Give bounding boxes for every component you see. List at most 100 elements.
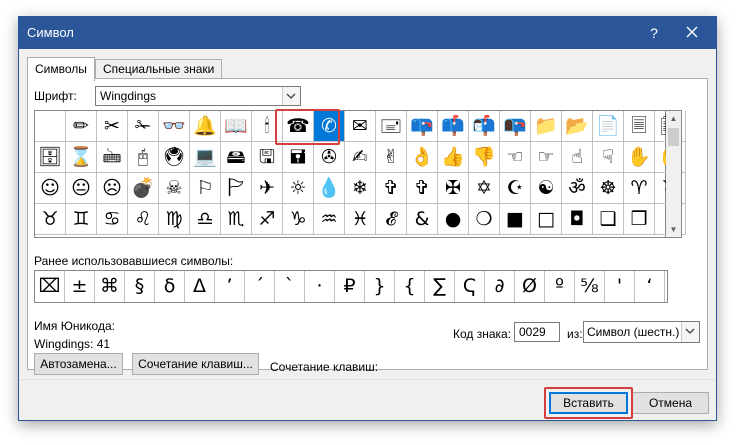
- recent-symbol-cell[interactable]: ‘: [635, 271, 665, 302]
- symbol-cell[interactable]: 🖫: [252, 142, 283, 173]
- recent-symbol-cell[interactable]: ₽: [335, 271, 365, 302]
- symbol-cell[interactable]: ☜: [500, 142, 531, 173]
- recent-symbol-cell[interactable]: {: [395, 271, 425, 302]
- symbol-cell[interactable]: ✡: [469, 173, 500, 204]
- symbol-cell[interactable]: ☟: [593, 142, 624, 173]
- symbol-cell[interactable]: ♎: [190, 204, 221, 235]
- symbol-cell[interactable]: ♏: [221, 204, 252, 235]
- symbol-cell[interactable]: ✍: [345, 142, 376, 173]
- symbol-cell[interactable]: ♑: [283, 204, 314, 235]
- symbol-cell[interactable]: ☪: [500, 173, 531, 204]
- symbol-cell[interactable]: ✉: [345, 111, 376, 142]
- symbol-cell[interactable]: 📬: [469, 111, 500, 142]
- symbol-cell[interactable]: ❑: [593, 204, 624, 235]
- symbol-cell[interactable]: ☝: [562, 142, 593, 173]
- symbol-cell[interactable]: 📁: [531, 111, 562, 142]
- symbol-cell[interactable]: 📪: [407, 111, 438, 142]
- recent-symbol-cell[interactable]: δ: [155, 271, 185, 302]
- symbol-cell[interactable]: 👓: [159, 111, 190, 142]
- symbol-cell[interactable]: ♍: [159, 204, 190, 235]
- recent-symbol-cell[interactable]: ·: [305, 271, 335, 302]
- symbol-cell[interactable]: ☺: [35, 173, 66, 204]
- recent-symbols-row[interactable]: ⌧ ± ⌘ § δ Δ’ ´ ` · ₽}{∑ Ҁ ∂ Øº ⅝ ' ‘: [34, 270, 668, 303]
- scroll-thumb[interactable]: [668, 128, 679, 146]
- symbol-cell[interactable]: ☯: [531, 173, 562, 204]
- symbol-cell[interactable]: 𝓔: [376, 204, 407, 235]
- recent-symbol-cell[interactable]: ⅝: [575, 271, 605, 302]
- symbol-cell[interactable]: ❄: [345, 173, 376, 204]
- recent-symbol-cell[interactable]: Δ: [185, 271, 215, 302]
- shortcut-key-button[interactable]: Сочетание клавиш...: [132, 353, 259, 375]
- recent-symbol-cell[interactable]: º: [545, 271, 575, 302]
- font-select[interactable]: Wingdings: [95, 86, 301, 106]
- symbol-cell[interactable]: ✌: [376, 142, 407, 173]
- recent-symbol-cell[interactable]: ’: [215, 271, 245, 302]
- symbol-cell[interactable]: ♓: [345, 204, 376, 235]
- symbol-cell[interactable]: 🖴: [221, 142, 252, 173]
- chevron-down-icon[interactable]: [282, 87, 300, 105]
- symbol-cell[interactable]: ♒: [314, 204, 345, 235]
- symbol-cell[interactable]: ✠: [438, 173, 469, 204]
- recent-symbol-cell[interactable]: Ø: [515, 271, 545, 302]
- close-icon[interactable]: [680, 20, 704, 44]
- symbol-cell[interactable]: ☞: [531, 142, 562, 173]
- symbol-cell[interactable]: ⌛: [66, 142, 97, 173]
- symbol-cell[interactable]: ◘: [562, 204, 593, 235]
- symbol-cell[interactable]: 💣: [128, 173, 159, 204]
- symbol-cell[interactable]: 📖: [221, 111, 252, 142]
- recent-symbol-cell[interactable]: }: [365, 271, 395, 302]
- symbol-cell[interactable]: ❒: [624, 204, 655, 235]
- symbol-cell[interactable]: ☠: [159, 173, 190, 204]
- chevron-down-icon[interactable]: [681, 322, 699, 342]
- symbol-cell[interactable]: 📂: [562, 111, 593, 142]
- scroll-down-icon[interactable]: ▼: [666, 222, 681, 237]
- symbol-cell[interactable]: ●: [438, 204, 469, 235]
- symbol-cell[interactable]: 💧: [314, 173, 345, 204]
- symbol-cell[interactable]: ⚐: [190, 173, 221, 204]
- recent-symbol-cell[interactable]: ⌘: [95, 271, 125, 302]
- symbol-cell[interactable]: ♊: [66, 204, 97, 235]
- symbol-cell[interactable]: 🖃: [376, 111, 407, 142]
- symbol-cell[interactable]: 🗄: [35, 142, 66, 173]
- recent-symbol-cell[interactable]: ∑: [425, 271, 455, 302]
- symbol-grid[interactable]: ✏✂✁👓🔔📖🕯☎✆✉🖃📪📫📬📭📁📂📄🗏🗐🗄⌛🖮🖰🖲💻🖴🖫🖬✇✍✌👌👍👎☜☞☝☟✋…: [34, 110, 686, 238]
- symbol-cell[interactable]: 📭: [500, 111, 531, 142]
- symbol-cell[interactable]: 🖲: [159, 142, 190, 173]
- symbol-cell[interactable]: 🖮: [97, 142, 128, 173]
- recent-symbol-cell[interactable]: §: [125, 271, 155, 302]
- symbol-cell[interactable]: ✁: [128, 111, 159, 142]
- symbol-cell[interactable]: &: [407, 204, 438, 235]
- recent-symbol-cell[interactable]: `: [275, 271, 305, 302]
- symbol-cell[interactable]: 🔔: [190, 111, 221, 142]
- symbol-cell[interactable]: 👍: [438, 142, 469, 173]
- tab-symbols[interactable]: Символы: [27, 57, 95, 81]
- symbol-cell[interactable]: ♋: [97, 204, 128, 235]
- recent-symbol-cell[interactable]: Ҁ: [455, 271, 485, 302]
- symbol-cell[interactable]: [35, 111, 66, 142]
- symbol-cell[interactable]: ✞: [407, 173, 438, 204]
- symbol-cell[interactable]: ❍: [469, 204, 500, 235]
- cancel-button[interactable]: Отмена: [632, 392, 709, 414]
- symbol-cell[interactable]: 📄: [593, 111, 624, 142]
- symbol-cell[interactable]: 😐: [66, 173, 97, 204]
- symbol-cell[interactable]: 💻: [190, 142, 221, 173]
- symbol-cell[interactable]: ♌: [128, 204, 159, 235]
- symbol-cell[interactable]: ☼: [283, 173, 314, 204]
- symbol-cell[interactable]: 🏱: [221, 173, 252, 204]
- symbol-cell[interactable]: ■: [500, 204, 531, 235]
- symbol-cell[interactable]: 🖰: [128, 142, 159, 173]
- symbol-cell[interactable]: ✈: [252, 173, 283, 204]
- symbol-cell[interactable]: ✞: [376, 173, 407, 204]
- symbol-cell[interactable]: 🗏: [624, 111, 655, 142]
- symbol-cell[interactable]: 👎: [469, 142, 500, 173]
- symbol-cell[interactable]: ✇: [314, 142, 345, 173]
- symbol-cell[interactable]: ☹: [97, 173, 128, 204]
- symbol-cell[interactable]: ☸: [593, 173, 624, 204]
- grid-scrollbar[interactable]: ▲ ▼: [666, 110, 682, 238]
- symbol-cell[interactable]: 👌: [407, 142, 438, 173]
- symbol-cell[interactable]: □: [531, 204, 562, 235]
- symbol-cell[interactable]: ॐ: [562, 173, 593, 204]
- symbol-cell[interactable]: ♈: [624, 173, 655, 204]
- symbol-cell[interactable]: ✋: [624, 142, 655, 173]
- recent-symbol-cell[interactable]: ∂: [485, 271, 515, 302]
